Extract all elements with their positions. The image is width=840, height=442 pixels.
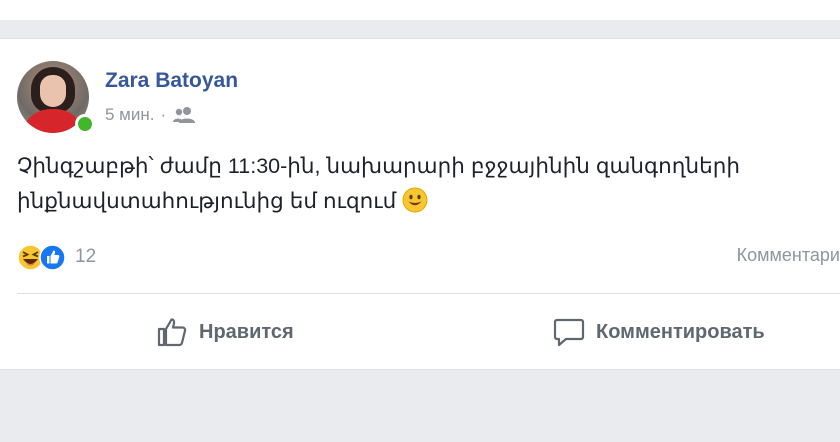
like-button[interactable]: Нравится: [155, 314, 294, 350]
previous-card-edge: [0, 0, 840, 20]
post-timestamp[interactable]: 5 мин.: [105, 105, 154, 125]
smiley-emoji-icon: [402, 187, 428, 213]
post-text: Չինգշաբթի՝ ժամը 11:30-ին, նախարարի բջջայ…: [17, 149, 832, 219]
avatar[interactable]: [17, 61, 95, 134]
comment-button-label: Комментировать: [596, 320, 765, 343]
comments-count-link[interactable]: Комментари: [737, 245, 840, 266]
post-author[interactable]: Zara Batoyan: [105, 69, 238, 93]
post-card: Zara Batoyan 5 мин. · Չինգշաբթի՝ ժամը 11…: [0, 38, 840, 370]
reaction-count: 12: [75, 246, 97, 267]
reactions-summary[interactable]: 12: [17, 242, 96, 272]
like-button-label: Нравится: [199, 320, 294, 343]
comment-icon: [553, 318, 585, 347]
meta-separator: ·: [160, 105, 167, 124]
action-divider: [17, 293, 840, 294]
friends-icon[interactable]: [172, 106, 196, 124]
post-text-line-2-text: ինքնավստահությունից եմ ուզում: [17, 189, 397, 213]
like-reaction-icon: [39, 243, 66, 271]
thumbs-up-icon: [157, 318, 187, 347]
post-text-line-2: ինքնավստահությունից եմ ուզում: [17, 184, 832, 219]
post-meta: 5 мин. ·: [105, 105, 196, 125]
post-text-line-1: Չինգշաբթի՝ ժամը 11:30-ին, նախարարի բջջայ…: [17, 154, 740, 178]
comment-button[interactable]: Комментировать: [552, 314, 765, 350]
online-status-dot: [75, 114, 95, 134]
